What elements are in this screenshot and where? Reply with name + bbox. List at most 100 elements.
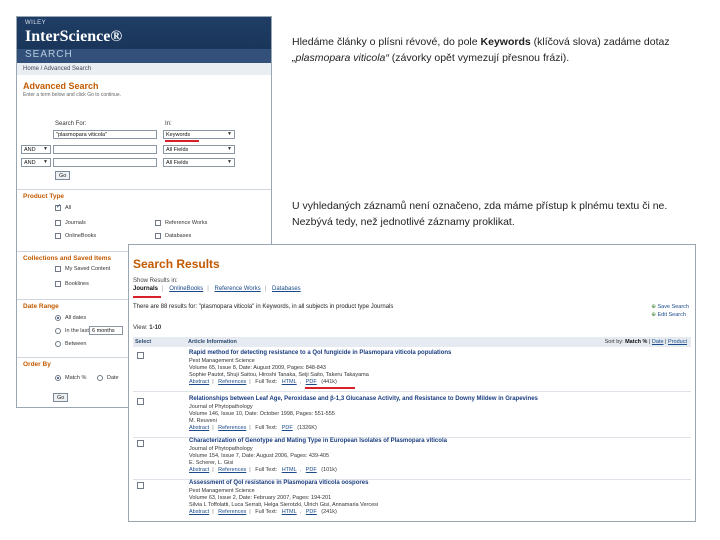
pdf-size: (441k) [321,379,337,385]
order-date-label: Date [107,375,119,381]
sort-product-link[interactable]: Product [668,339,687,345]
product-journals-checkbox[interactable] [55,220,61,226]
product-all-label: All [65,205,72,211]
in-last-select[interactable]: 6 months [89,326,123,335]
all-dates-radio[interactable] [55,315,61,321]
search-for-label: Search For: [55,121,87,127]
references-link[interactable]: References [218,425,246,431]
interscience-logo[interactable]: InterScience® [25,28,122,46]
pdf-size: (101k) [321,467,337,473]
pdf-link[interactable]: PDF [282,425,293,431]
keywords-highlight [165,140,199,142]
abstract-link[interactable]: Abstract [189,379,209,385]
order-match-radio[interactable] [55,375,61,381]
operator-select-1[interactable]: AND ▼ [21,145,51,154]
full-text-label: Full Text: [255,379,278,385]
abstract-link[interactable]: Abstract [189,509,209,515]
references-link[interactable]: References [218,379,246,385]
result-row: Rapid method for detecting resistance to… [133,349,691,393]
chevron-down-icon: ▼ [43,159,48,165]
instruction-paragraph-2: U vyhledaných záznamů není označeno, zda… [292,200,668,228]
save-search-link[interactable]: Save Search [651,304,689,310]
all-dates-label: All dates [65,315,87,321]
references-link[interactable]: References [218,509,246,515]
tab-journals[interactable]: Journals [133,286,158,292]
row-divider [133,391,691,392]
results-table-header: Select Article Information Sort by: Matc… [133,337,691,347]
go-button-2[interactable]: Go [53,393,69,402]
search-actions: Save Search Edit Search [651,303,689,319]
product-reference-works-checkbox[interactable] [155,220,161,226]
result-authors: Sophie Pautot, Shuji Saitou, Hiroshi Tan… [189,372,369,378]
full-text-label: Full Text: [255,467,278,473]
abstract-link[interactable]: Abstract [189,425,209,431]
order-date-radio[interactable] [97,375,103,381]
result-journal: Pest Management Science [189,358,255,364]
query-input-2[interactable] [53,145,157,154]
pdf-link[interactable]: PDF [306,467,317,473]
product-onlinebooks-checkbox[interactable] [55,233,61,239]
order-match-label: Match % [65,375,87,381]
tab-onlinebooks[interactable]: OnlineBooks [169,286,203,292]
link-separator: | [212,509,214,515]
field-select-3-value: All Fields [166,160,189,166]
link-separator: | [249,509,251,515]
result-volume: Volume 154, Issue 7, Date: August 2006, … [189,453,330,459]
between-label: Between [65,341,87,347]
select-column-header: Select [135,339,152,345]
in-label: In: [165,121,172,127]
sort-controls: Sort by: Match % | Date | Product [604,339,687,345]
field-select-1[interactable]: Keywords ▼ [163,130,235,139]
result-select-checkbox[interactable] [137,440,144,447]
sort-match[interactable]: Match % [625,339,647,345]
chevron-down-icon: ▼ [227,146,232,152]
result-select-checkbox[interactable] [137,398,144,405]
operator-select-2[interactable]: AND ▼ [21,158,51,167]
page-title: Advanced Search [23,81,99,91]
result-title[interactable]: Assessment of QoI resistance in Plasmopa… [189,480,368,486]
pdf-link[interactable]: PDF [306,379,317,385]
breadcrumb[interactable]: Home / Advanced Search [17,63,271,75]
link-separator: | [212,467,214,473]
result-title[interactable]: Relationships between Leaf Age, Peroxida… [189,396,538,402]
pdf-link[interactable]: PDF [306,509,317,515]
booklines-checkbox[interactable] [55,281,61,287]
go-button[interactable]: Go [55,171,71,180]
product-tabs: Journals | OnlineBooks | Reference Works | … [133,286,305,296]
result-select-checkbox[interactable] [137,482,144,489]
results-title: Search Results [133,257,220,271]
full-text-highlight [305,387,355,389]
search-strip: SEARCH [17,49,271,63]
result-volume: Volume 65, Issue 8, Date: August 2009, P… [189,365,326,371]
journals-tab-highlight [133,296,161,298]
chevron-down-icon: ▼ [227,159,232,165]
view-value: 1-10 [149,325,162,331]
tab-databases[interactable]: Databases [272,286,301,292]
paragraph-1-keywords: Keywords [480,36,531,48]
result-title[interactable]: Rapid method for detecting resistance to… [189,350,451,356]
result-row: Assessment of QoI resistance in Plasmopa… [133,479,691,521]
link-separator: | [249,379,251,385]
references-link[interactable]: References [218,467,246,473]
saved-content-checkbox[interactable] [55,266,61,272]
between-radio[interactable] [55,341,61,347]
saved-content-label: My Saved Content [65,266,111,272]
html-link[interactable]: HTML [282,379,297,385]
booklines-label: Booklines [65,281,89,287]
html-link[interactable]: HTML [282,467,297,473]
sort-date-link[interactable]: Date [652,339,664,345]
query-input-1[interactable]: "plasmopara viticola" [53,130,157,139]
html-link[interactable]: HTML [282,509,297,515]
product-databases-checkbox[interactable] [155,233,161,239]
product-all-checkbox[interactable] [55,203,61,211]
field-select-3[interactable]: All Fields ▼ [163,158,235,167]
abstract-link[interactable]: Abstract [189,467,209,473]
result-title[interactable]: Characterization of Genotype and Mating … [189,438,447,444]
tab-reference-works[interactable]: Reference Works [215,286,261,292]
field-select-2[interactable]: All Fields ▼ [163,145,235,154]
edit-search-link[interactable]: Edit Search [651,312,686,318]
in-last-radio[interactable] [55,328,61,334]
result-select-checkbox[interactable] [137,352,144,359]
query-input-3[interactable] [53,158,157,167]
sort-label: Sort by: [604,339,624,345]
